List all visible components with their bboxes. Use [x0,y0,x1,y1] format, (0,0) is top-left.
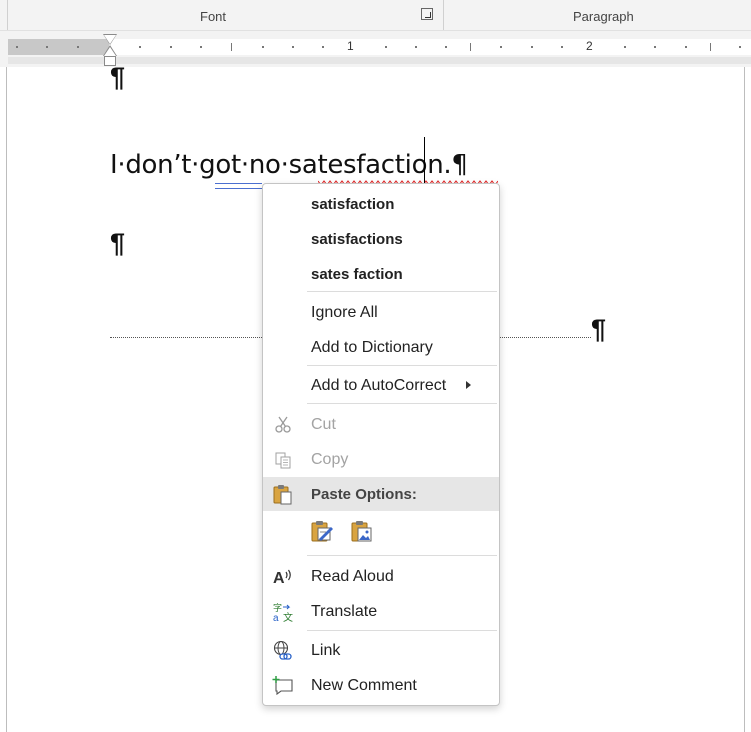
new-comment-item[interactable]: New Comment [263,669,499,703]
menu-separator [307,365,497,366]
paste-options-heading: Paste Options: [263,477,499,511]
ruler-tick [710,43,711,51]
menu-separator [307,555,497,556]
ruler-tick [46,46,48,48]
scissors-icon [272,414,294,436]
ruler-tick [500,46,502,48]
ruler-number: 2 [586,39,593,53]
document-text-line[interactable]: I·don’t·got·no·satesfaction.¶ [110,150,468,180]
link-item[interactable]: Link [263,634,499,668]
suggestion-sates-faction[interactable]: sates faction [263,257,499,291]
clipboard-icon [272,483,294,505]
paste-picture-icon[interactable] [349,518,375,544]
menu-item-label: Cut [311,416,336,433]
svg-text:文: 文 [283,611,293,623]
ribbon-separator [7,0,8,30]
menu-separator [307,630,497,631]
ruler-tick [170,46,172,48]
paste-options-label: Paste Options: [311,486,417,503]
svg-text:A: A [273,570,285,587]
add-to-dictionary-item[interactable]: Add to Dictionary [263,331,499,365]
ruler-tick [292,46,294,48]
dialog-launcher-icon[interactable] [421,8,433,20]
menu-item-label: Link [311,642,341,659]
paste-keep-formatting-icon[interactable] [309,518,335,544]
paste-options-row [307,514,407,548]
translate-item[interactable]: 字 a 文 Translate [263,595,499,629]
ribbon-group-labels: Font Paragraph [0,0,751,31]
ruler-tick [685,46,687,48]
menu-item-label: Ignore All [311,304,378,321]
ribbon-separator [443,0,444,30]
new-comment-icon [272,675,294,697]
submenu-arrow-icon [466,381,471,389]
copy-icon [272,449,294,471]
menu-item-label: New Comment [311,677,417,694]
read-aloud-icon: A [272,566,294,588]
ruler-tick [139,46,141,48]
ruler-number: 1 [347,39,354,53]
suggestion-satisfactions[interactable]: satisfactions [263,222,499,256]
ruler-tick [654,46,656,48]
ruler-tick [561,46,563,48]
font-group-label: Font [200,9,227,24]
svg-text:a: a [273,613,279,623]
ruler-tick [77,46,79,48]
ruler-tick [739,46,741,48]
first-line-indent-marker-fill [104,35,116,44]
ruler-tick [385,46,387,48]
globe-link-icon [272,640,294,662]
ruler-tick [322,46,324,48]
ruler-tick [262,46,264,48]
menu-item-label: sates faction [311,266,403,283]
hanging-indent-marker-fill [104,47,116,56]
translate-icon: 字 a 文 [272,601,294,623]
read-aloud-item[interactable]: A Read Aloud [263,560,499,594]
spelling-context-menu[interactable]: satisfaction satisfactions sates faction… [262,183,500,706]
ruler-tick [531,46,533,48]
ruler-tick [624,46,626,48]
menu-item-label: satisfaction [311,196,395,213]
ruler-tick [470,43,471,51]
menu-item-label: Add to AutoCorrect [311,377,447,394]
text-cursor [424,137,425,184]
paragraph-mark: ¶ [110,62,126,92]
copy-item[interactable]: Copy [263,443,499,477]
page-edge [6,67,7,732]
paragraph-mark: ¶ [591,314,607,344]
paragraph-mark: ¶ [110,228,126,258]
grammar-error-underline [215,183,262,189]
menu-item-label: Translate [311,603,378,620]
menu-item-label: Read Aloud [311,568,394,585]
menu-item-label: satisfactions [311,231,403,248]
paragraph-group-label: Paragraph [573,9,634,24]
dotted-horizontal-rule [498,337,591,338]
ruler-tick [415,46,417,48]
cut-item[interactable]: Cut [263,408,499,442]
menu-item-label: Add to Dictionary [311,339,433,356]
menu-separator [307,403,497,404]
ignore-all-item[interactable]: Ignore All [263,296,499,330]
page-edge [744,67,745,732]
ruler-tick [231,43,232,51]
menu-separator [307,291,497,292]
dotted-horizontal-rule [110,337,262,338]
ruler-tick [445,46,447,48]
ruler-tick [200,46,202,48]
ruler-tick [16,46,18,48]
ruler-left-margin [8,39,109,55]
add-to-autocorrect-item[interactable]: Add to AutoCorrect [263,369,499,403]
menu-item-label: Copy [311,451,349,468]
suggestion-satisfaction[interactable]: satisfaction [263,187,499,221]
